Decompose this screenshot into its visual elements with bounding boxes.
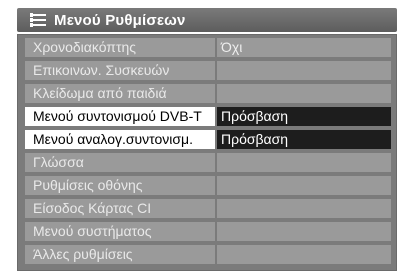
menu-title: Μενού Ρυθμίσεων (54, 11, 186, 29)
settings-list: Χρονοδιακόπτης Όχι Επικοινων. Συσκευών Κ… (17, 34, 397, 271)
menu-item-system-menu[interactable]: Μενού συστήματος (25, 222, 391, 241)
menu-item-value (217, 199, 391, 218)
menu-item-label: Είσοδος Κάρτας CI (25, 199, 215, 218)
menu-item-device-link[interactable]: Επικοινων. Συσκευών (25, 61, 391, 80)
menu-item-value (217, 84, 391, 103)
menu-item-value (217, 222, 391, 241)
menu-item-label: Μενού συστήματος (25, 222, 215, 241)
menu-title-bar: Μενού Ρυθμίσεων (17, 8, 397, 32)
menu-item-label: Μενού συντονισμού DVB-T (25, 107, 215, 126)
menu-item-value: Πρόσβαση (217, 130, 391, 149)
menu-item-label: Μενού αναλογ.συντονισμ. (25, 130, 215, 149)
menu-item-child-lock[interactable]: Κλείδωμα από παιδιά (25, 84, 391, 103)
menu-item-value: Όχι (217, 38, 391, 57)
menu-item-value: Πρόσβαση (217, 107, 391, 126)
menu-item-label: Γλώσσα (25, 153, 215, 172)
menu-item-label: Επικοινων. Συσκευών (25, 61, 215, 80)
menu-item-display-settings[interactable]: Ρυθμίσεις οθόνης (25, 176, 391, 195)
menu-item-label: Άλλες ρυθμίσεις (25, 245, 215, 264)
menu-item-other-settings[interactable]: Άλλες ρυθμίσεις (25, 245, 391, 264)
list-menu-icon (30, 13, 46, 27)
menu-item-value (217, 61, 391, 80)
menu-item-label: Κλείδωμα από παιδιά (25, 84, 215, 103)
menu-item-value (217, 176, 391, 195)
menu-item-ci-card[interactable]: Είσοδος Κάρτας CI (25, 199, 391, 218)
settings-menu-panel: Μενού Ρυθμίσεων Χρονοδιακόπτης Όχι Επικο… (0, 0, 411, 279)
menu-item-label: Χρονοδιακόπτης (25, 38, 215, 57)
menu-item-language[interactable]: Γλώσσα (25, 153, 391, 172)
menu-item-dvbt-tuning[interactable]: Μενού συντονισμού DVB-T Πρόσβαση (25, 107, 391, 126)
menu-item-timer[interactable]: Χρονοδιακόπτης Όχι (25, 38, 391, 57)
menu-item-value (217, 245, 391, 264)
menu-item-value (217, 153, 391, 172)
menu-item-label: Ρυθμίσεις οθόνης (25, 176, 215, 195)
menu-item-analog-tuning[interactable]: Μενού αναλογ.συντονισμ. Πρόσβαση (25, 130, 391, 149)
